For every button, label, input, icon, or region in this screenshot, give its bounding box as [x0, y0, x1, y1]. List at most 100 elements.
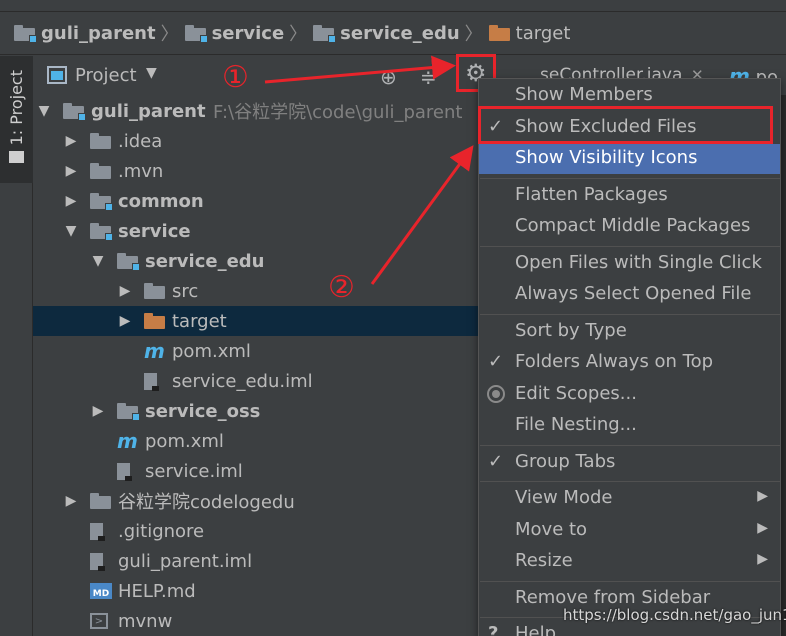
project-panel-header: Project ▼ ⊕ ≑ ⚙ — [33, 54, 496, 96]
radio-selected-icon — [487, 384, 505, 403]
window-top-strip — [0, 0, 786, 12]
menu-item-move-to[interactable]: Move to ▶ — [479, 516, 780, 546]
annotation-step-1: ① — [222, 60, 249, 95]
menu-separator — [480, 481, 780, 482]
menu-item-open-files-with-single-click[interactable]: Open Files with Single Click — [479, 249, 780, 279]
tree-row[interactable]: ▶ common — [33, 186, 481, 216]
locate-icon[interactable]: ⊕ — [380, 65, 397, 89]
project-tool-tab[interactable]: 1: Project — [0, 56, 33, 183]
chevron-right-icon[interactable]: ▶ — [118, 313, 132, 329]
tree-row[interactable]: > mvnw — [33, 606, 481, 636]
folder-icon — [90, 493, 111, 509]
menu-item-edit-scopes[interactable]: Edit Scopes... — [479, 380, 780, 410]
folder-icon — [9, 151, 24, 163]
menu-item-show-visibility-icons[interactable]: Show Visibility Icons — [479, 144, 780, 174]
menu-item-label: Move to — [515, 518, 588, 540]
module-folder-icon — [90, 193, 113, 211]
tree-row[interactable]: ▶ 谷粒学院codelogedu — [33, 486, 481, 516]
breadcrumb-item-service-edu[interactable]: service_edu — [313, 23, 460, 44]
folder-icon — [90, 133, 111, 149]
module-folder-icon — [117, 253, 140, 271]
annotation-highlight-box — [478, 106, 773, 144]
chevron-right-icon[interactable]: ▶ — [64, 493, 78, 509]
tree-row[interactable]: ▼ service — [33, 216, 481, 246]
tree-row[interactable]: service_edu.iml — [33, 366, 481, 396]
breadcrumb-item-service[interactable]: service — [184, 23, 284, 44]
module-folder-icon — [184, 25, 208, 43]
breadcrumb-item-target[interactable]: target — [488, 23, 570, 44]
chevron-right-icon: ▶ — [757, 551, 768, 567]
module-folder-icon — [90, 223, 113, 241]
menu-separator — [480, 177, 780, 179]
menu-item-label: Folders Always on Top — [515, 351, 714, 372]
chevron-down-icon[interactable]: ▼ — [64, 223, 78, 239]
collapse-all-icon[interactable]: ≑ — [420, 65, 437, 89]
chevron-down-icon[interactable]: ▼ — [146, 65, 157, 81]
tree-row-label: guli_parent.iml — [118, 550, 253, 572]
checkmark-icon: ✓ — [488, 351, 504, 372]
menu-item-sort-by-type[interactable]: Sort by Type — [479, 317, 780, 347]
tree-row-label: service.iml — [145, 460, 243, 482]
menu-item-view-mode[interactable]: View Mode ▶ — [479, 484, 780, 514]
project-view-selector[interactable]: Project — [75, 65, 137, 86]
tree-row[interactable]: ▶ .mvn — [33, 156, 481, 186]
chevron-down-icon[interactable]: ▼ — [91, 253, 105, 269]
menu-item-always-select-opened-file[interactable]: Always Select Opened File — [479, 280, 780, 310]
module-folder-icon — [14, 25, 37, 43]
breadcrumb-item-guli-parent[interactable]: guli_parent — [14, 23, 156, 44]
project-panel: Project ▼ ⊕ ≑ ⚙ ▼ guli_parent F:\谷粒学院\code… — [33, 54, 496, 636]
menu-item-label: Open Files with Single Click — [515, 251, 762, 273]
tree-row[interactable]: ▶ .idea — [33, 126, 481, 156]
breadcrumb: guli_parent 〉 service 〉 service_edu 〉 ta… — [0, 12, 786, 55]
menu-item-label: Sort by Type — [515, 319, 627, 341]
tree-row[interactable]: ▼ guli_parent F:\谷粒学院\code\guli_parent — [33, 96, 481, 126]
tree-row[interactable]: ▶ service_oss — [33, 396, 481, 426]
chevron-right-icon[interactable]: ▶ — [118, 283, 132, 299]
menu-item-group-tabs[interactable]: ✓ Group Tabs — [479, 448, 780, 478]
chevron-right-icon[interactable]: ▶ — [64, 193, 78, 209]
tree-row-label: .mvn — [118, 160, 164, 182]
maven-icon: m — [117, 429, 138, 453]
menu-separator — [480, 313, 780, 315]
module-folder-icon — [117, 403, 140, 421]
tree-row[interactable]: ▼ service_edu — [33, 246, 481, 276]
tree-row[interactable]: guli_parent.iml — [33, 546, 481, 576]
menu-separator — [480, 580, 780, 582]
tree-row[interactable]: ▶ target — [33, 306, 481, 336]
tree-row[interactable]: m pom.xml — [33, 426, 481, 456]
tree-row[interactable]: .gitignore — [33, 516, 481, 546]
chevron-right-icon: ▶ — [757, 488, 768, 504]
menu-item-label: Always Select Opened File — [515, 283, 752, 304]
tree-row[interactable]: MD HELP.md — [33, 576, 481, 606]
tree-row[interactable]: service.iml — [33, 456, 481, 486]
menu-separator — [480, 245, 780, 247]
menu-item-resize[interactable]: Resize ▶ — [479, 547, 780, 577]
menu-item-folders-always-on-top[interactable]: ✓ Folders Always on Top — [479, 348, 780, 378]
menu-item-compact-middle-packages[interactable]: Compact Middle Packages — [479, 212, 780, 242]
tree-row-label: service — [118, 220, 191, 242]
annotation-step-2: ② — [328, 270, 355, 305]
tree-row-label: .idea — [118, 130, 163, 152]
tree-row[interactable]: ▶ src — [33, 276, 481, 306]
menu-item-flatten-packages[interactable]: Flatten Packages — [479, 181, 780, 211]
iml-file-icon — [144, 372, 159, 391]
chevron-right-icon[interactable]: ▶ — [64, 163, 78, 179]
tree-row-label: guli_parent — [91, 100, 206, 122]
chevron-right-icon: ▶ — [757, 519, 768, 536]
shell-file-icon: > — [90, 613, 108, 629]
menu-item-label: Compact Middle Packages — [515, 215, 751, 236]
gitignore-file-icon — [90, 522, 105, 541]
folder-icon — [144, 283, 165, 299]
markdown-file-icon: MD — [90, 583, 112, 599]
chevron-right-icon[interactable]: ▶ — [64, 133, 78, 149]
tree-row-label: pom.xml — [145, 430, 224, 452]
menu-item-file-nesting[interactable]: File Nesting... — [479, 411, 780, 441]
tree-row[interactable]: m pom.xml — [33, 336, 481, 366]
tree-row-label: common — [118, 190, 204, 212]
chevron-right-icon[interactable]: ▶ — [91, 403, 105, 419]
excluded-folder-icon — [488, 25, 510, 41]
tree-row-label: .gitignore — [118, 520, 205, 542]
project-options-menu: Show Members ✓ Show Excluded Files Show Vis… — [478, 78, 781, 636]
chevron-down-icon[interactable]: ▼ — [37, 103, 51, 119]
tree-row-label: HELP.md — [118, 580, 196, 602]
